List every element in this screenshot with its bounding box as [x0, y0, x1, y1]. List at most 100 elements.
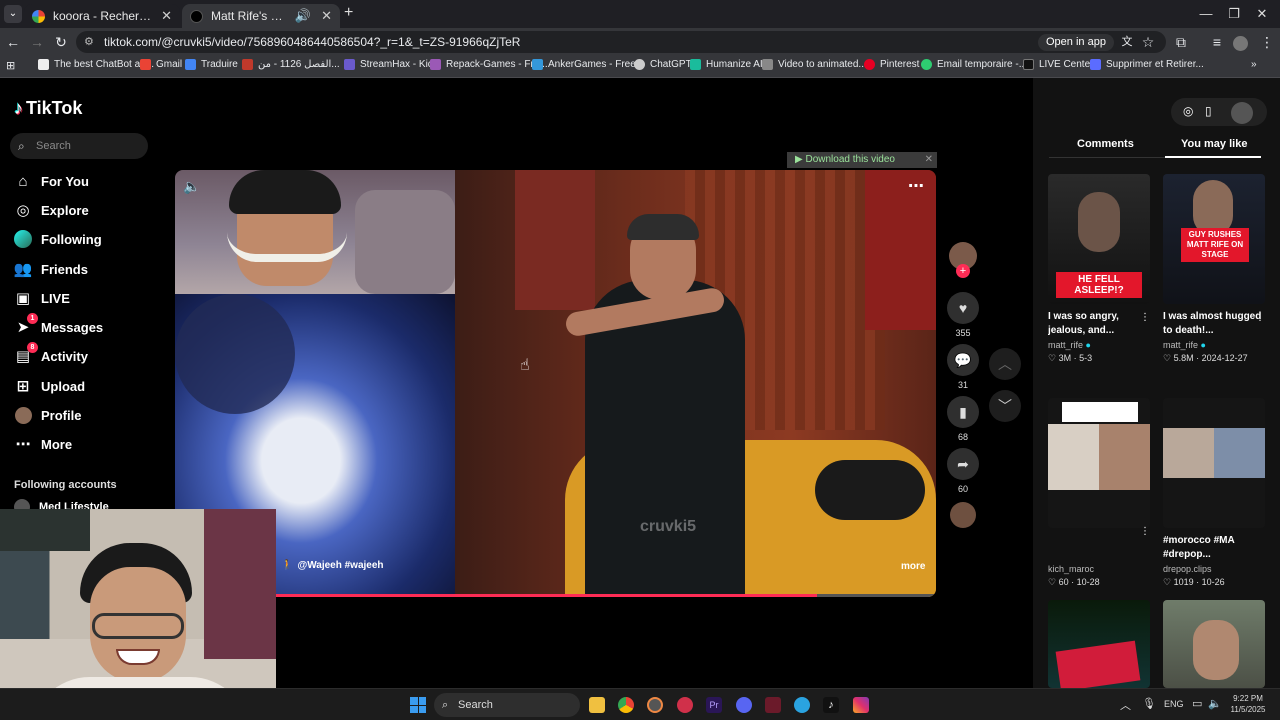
more-link[interactable]: more: [901, 561, 925, 572]
volume-icon[interactable]: 🔈: [183, 178, 200, 195]
next-video-button[interactable]: ﹀: [989, 390, 1021, 422]
close-window-button[interactable]: ✕: [1242, 4, 1280, 24]
taskbar-search[interactable]: ⌕ Search: [434, 693, 580, 717]
bookmark-manga[interactable]: الفصل 1126 - من...: [242, 59, 340, 70]
bookmark-supprimer[interactable]: Supprimer et Retirer...: [1090, 59, 1204, 70]
nav-activity[interactable]: ▤ 8 Activity: [14, 342, 88, 367]
star-icon[interactable]: ☆: [1137, 31, 1159, 53]
tab-comments[interactable]: Comments: [1077, 138, 1134, 150]
tiktok-icon[interactable]: ♪: [823, 697, 839, 713]
card-menu-icon[interactable]: ⋮: [1140, 526, 1150, 537]
recommended-video-thumbnail[interactable]: [1048, 600, 1150, 692]
avatar[interactable]: [1229, 31, 1251, 53]
tiktok-logo[interactable]: ♪ TikTok: [14, 98, 82, 119]
recommended-video-card[interactable]: kich_maroc ♡ 60 · 10-28 ⋮: [1048, 398, 1150, 588]
bookmark-email-temp[interactable]: Email temporaire -...: [921, 59, 1027, 70]
compass-icon[interactable]: ◎: [1183, 104, 1193, 118]
apps-icon[interactable]: ⊞: [6, 59, 15, 72]
bookmark-humanize[interactable]: Humanize AI: [690, 59, 763, 70]
file-explorer-icon[interactable]: [589, 697, 605, 713]
recommended-video-card[interactable]: GUY RUSHES MATT RIFE ON STAGE I was almo…: [1163, 174, 1265, 364]
nav-upload[interactable]: ⊞ Upload: [14, 375, 85, 397]
search-input[interactable]: ⌕ Search: [10, 133, 148, 159]
verified-icon: ●: [1200, 340, 1206, 350]
bookmark-repack[interactable]: Repack-Games - Fre...: [430, 59, 548, 70]
address-bar[interactable]: ⚙ tiktok.com/@cruvki5/video/756896048644…: [76, 31, 1166, 53]
translate-icon[interactable]: 文: [1116, 31, 1138, 53]
bookmark-traduire[interactable]: Traduire: [185, 59, 238, 70]
volume-icon[interactable]: 🔈: [1208, 697, 1222, 710]
extensions-icon[interactable]: ⧉: [1170, 31, 1192, 53]
recommended-video-card[interactable]: #morocco #MA #drepop... drepop.clips ♡ 1…: [1163, 398, 1265, 588]
close-icon[interactable]: ✕: [925, 152, 933, 168]
chrome-canary-icon[interactable]: [647, 697, 663, 713]
author-avatar[interactable]: +: [947, 242, 979, 278]
share-button[interactable]: ➦ 60: [947, 448, 979, 494]
comment-button[interactable]: 💬 31: [947, 344, 979, 390]
nav-explore[interactable]: ◎ Explore: [14, 199, 88, 221]
bookmark-chatbot[interactable]: The best ChatBot an...: [38, 59, 154, 70]
network-icon[interactable]: ▭: [1192, 697, 1202, 710]
bookmark-pinterest[interactable]: Pinterest: [864, 59, 919, 70]
close-icon[interactable]: ✕: [321, 8, 332, 24]
view-count: 60: [1058, 577, 1069, 587]
card-menu-icon[interactable]: ⋮: [1255, 312, 1265, 323]
nav-friends[interactable]: 👥 Friends: [14, 258, 88, 280]
chrome-icon[interactable]: [618, 697, 634, 713]
opera-gx-icon[interactable]: [677, 697, 693, 713]
more-options-icon[interactable]: ⋯: [908, 176, 924, 196]
discord-icon[interactable]: [736, 697, 752, 713]
reload-icon[interactable]: ↻: [50, 31, 72, 53]
like-button[interactable]: ♥ 355: [947, 292, 979, 338]
tab-you-may-like[interactable]: You may like: [1181, 138, 1247, 150]
previous-video-button[interactable]: ︿: [989, 348, 1021, 380]
video-player[interactable]: cruvki5 🔈 ⋯ 🚶 @Wajeeh #wajeeh more: [175, 170, 936, 597]
recommended-video-thumbnail[interactable]: [1163, 600, 1265, 688]
nav-for-you[interactable]: ⌂ For You: [14, 170, 88, 192]
bookmark-gmail[interactable]: Gmail: [140, 59, 182, 70]
nav-messages[interactable]: ➤ 1 Messages: [14, 313, 103, 338]
download-video-bar[interactable]: ▶ Download this video ✕: [787, 152, 937, 168]
follow-plus-icon[interactable]: +: [956, 264, 970, 278]
queue-icon[interactable]: ≡: [1206, 31, 1228, 53]
nav-profile[interactable]: Profile: [14, 404, 81, 426]
more-bookmarks-icon[interactable]: »: [1251, 59, 1257, 70]
bookmark-video-animated[interactable]: Video to animated...: [762, 59, 867, 70]
language-indicator[interactable]: ENG: [1164, 699, 1184, 709]
phone-icon[interactable]: ▯: [1205, 104, 1212, 118]
tab-tiktok[interactable]: Matt Rife's Hilarious Stand 🔊 ✕: [182, 4, 340, 28]
caption-tags[interactable]: 🚶 @Wajeeh #wajeeh: [281, 560, 384, 571]
nav-more[interactable]: ⋯ More: [14, 433, 73, 455]
avatar[interactable]: [1231, 102, 1253, 124]
tab-search-button[interactable]: ⌄: [4, 5, 22, 23]
bookmark-ankergames[interactable]: AnkerGames - Free...: [532, 59, 644, 70]
recommended-video-card[interactable]: HE FELL ASLEEP!? I was so angry, jealous…: [1048, 174, 1150, 364]
bookmark-streamhax[interactable]: StreamHax - Kick: [344, 59, 438, 70]
menu-icon[interactable]: ⋮: [1256, 31, 1278, 53]
new-tab-button[interactable]: +: [344, 4, 353, 22]
nav-following[interactable]: Following: [14, 228, 102, 250]
speaker-icon[interactable]: 🔊: [295, 8, 311, 24]
instagram-icon[interactable]: [853, 697, 869, 713]
download-label: Download this video: [805, 154, 895, 165]
forward-icon[interactable]: →: [26, 31, 48, 53]
card-menu-icon[interactable]: ⋮: [1140, 312, 1150, 323]
music-avatar[interactable]: [947, 502, 979, 528]
capcut-icon[interactable]: [765, 697, 781, 713]
start-icon[interactable]: [410, 697, 426, 713]
save-button[interactable]: ▮ 68: [947, 396, 979, 442]
tab-google[interactable]: kooora - Recherche Google ✕: [24, 4, 180, 28]
back-icon[interactable]: ←: [2, 31, 24, 53]
premiere-icon[interactable]: Pr: [706, 697, 722, 713]
microphone-icon[interactable]: 🎙: [1142, 697, 1156, 710]
nav-live[interactable]: ▣ LIVE: [14, 287, 70, 309]
telegram-icon[interactable]: [794, 697, 810, 713]
close-icon[interactable]: ✕: [161, 8, 172, 24]
chevron-up-icon[interactable]: ︿: [1120, 697, 1131, 713]
site-info-icon[interactable]: ⚙: [84, 31, 94, 53]
bookmark-live-center[interactable]: LIVE Center: [1023, 59, 1093, 70]
clock[interactable]: 9:22 PM 11/5/2025: [1226, 693, 1270, 715]
open-in-app-button[interactable]: Open in app: [1038, 34, 1114, 51]
progress-bar[interactable]: [276, 594, 936, 597]
bookmark-chatgpt[interactable]: ChatGPT: [634, 59, 692, 70]
